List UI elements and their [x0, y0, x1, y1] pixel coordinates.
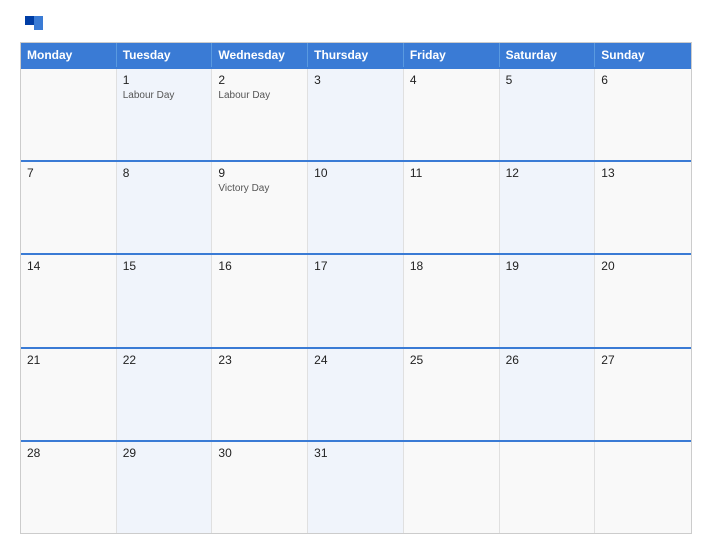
cal-cell	[21, 69, 117, 160]
day-number: 13	[601, 166, 685, 180]
cal-cell: 10	[308, 162, 404, 253]
holiday-label: Victory Day	[218, 183, 301, 194]
day-number: 25	[410, 353, 493, 367]
col-header-saturday: Saturday	[500, 43, 596, 67]
day-number: 30	[218, 446, 301, 460]
col-header-friday: Friday	[404, 43, 500, 67]
cal-cell: 6	[595, 69, 691, 160]
day-number: 10	[314, 166, 397, 180]
calendar-page: MondayTuesdayWednesdayThursdayFridaySatu…	[0, 0, 712, 550]
day-number: 29	[123, 446, 206, 460]
cal-cell: 24	[308, 349, 404, 440]
cal-cell: 4	[404, 69, 500, 160]
day-number: 3	[314, 73, 397, 87]
cal-cell: 7	[21, 162, 117, 253]
cal-cell: 31	[308, 442, 404, 533]
day-number: 15	[123, 259, 206, 273]
logo	[20, 16, 45, 30]
day-number: 7	[27, 166, 110, 180]
week-row-4: 21 22 23 24 25 26 27	[21, 347, 691, 440]
col-header-monday: Monday	[21, 43, 117, 67]
week-row-3: 14 15 16 17 18 19 20	[21, 253, 691, 346]
day-number: 1	[123, 73, 206, 87]
col-header-tuesday: Tuesday	[117, 43, 213, 67]
day-number: 20	[601, 259, 685, 273]
day-number: 23	[218, 353, 301, 367]
cal-cell: 29	[117, 442, 213, 533]
day-number: 8	[123, 166, 206, 180]
week-row-5: 28 29 30 31	[21, 440, 691, 533]
day-number: 14	[27, 259, 110, 273]
day-number: 12	[506, 166, 589, 180]
cal-cell: 23	[212, 349, 308, 440]
col-header-wednesday: Wednesday	[212, 43, 308, 67]
cal-cell: 20	[595, 255, 691, 346]
cal-cell: 18	[404, 255, 500, 346]
day-number: 2	[218, 73, 301, 87]
cal-cell: 30	[212, 442, 308, 533]
cal-cell	[500, 442, 596, 533]
day-number: 11	[410, 166, 493, 180]
day-number: 27	[601, 353, 685, 367]
cal-cell: 17	[308, 255, 404, 346]
calendar-header-row: MondayTuesdayWednesdayThursdayFridaySatu…	[21, 43, 691, 67]
cal-cell: 19	[500, 255, 596, 346]
cal-cell	[595, 442, 691, 533]
calendar-body: 1 Labour Day 2 Labour Day 3456 789 Victory Day…	[21, 67, 691, 533]
cal-cell: 9 Victory Day	[212, 162, 308, 253]
day-number: 26	[506, 353, 589, 367]
cal-cell: 21	[21, 349, 117, 440]
cal-cell: 13	[595, 162, 691, 253]
day-number: 28	[27, 446, 110, 460]
cal-cell: 8	[117, 162, 213, 253]
col-header-sunday: Sunday	[595, 43, 691, 67]
cal-cell: 27	[595, 349, 691, 440]
week-row-2: 789 Victory Day 10 11 12 13	[21, 160, 691, 253]
day-number: 6	[601, 73, 685, 87]
cal-cell: 1 Labour Day	[117, 69, 213, 160]
day-number: 4	[410, 73, 493, 87]
col-header-thursday: Thursday	[308, 43, 404, 67]
cal-cell: 14	[21, 255, 117, 346]
day-number: 16	[218, 259, 301, 273]
cal-cell: 25	[404, 349, 500, 440]
day-number: 18	[410, 259, 493, 273]
cal-cell: 15	[117, 255, 213, 346]
day-number: 31	[314, 446, 397, 460]
day-number: 22	[123, 353, 206, 367]
day-number: 9	[218, 166, 301, 180]
day-number: 19	[506, 259, 589, 273]
cal-cell: 3	[308, 69, 404, 160]
week-row-1: 1 Labour Day 2 Labour Day 3456	[21, 67, 691, 160]
cal-cell: 16	[212, 255, 308, 346]
holiday-label: Labour Day	[218, 90, 301, 101]
cal-cell: 11	[404, 162, 500, 253]
header	[20, 16, 692, 30]
cal-cell: 22	[117, 349, 213, 440]
cal-cell: 26	[500, 349, 596, 440]
cal-cell: 28	[21, 442, 117, 533]
holiday-label: Labour Day	[123, 90, 206, 101]
cal-cell: 12	[500, 162, 596, 253]
cal-cell: 5	[500, 69, 596, 160]
logo-flag-icon	[25, 16, 43, 30]
day-number: 17	[314, 259, 397, 273]
cal-cell	[404, 442, 500, 533]
day-number: 5	[506, 73, 589, 87]
day-number: 24	[314, 353, 397, 367]
day-number: 21	[27, 353, 110, 367]
cal-cell: 2 Labour Day	[212, 69, 308, 160]
calendar-grid: MondayTuesdayWednesdayThursdayFridaySatu…	[20, 42, 692, 534]
